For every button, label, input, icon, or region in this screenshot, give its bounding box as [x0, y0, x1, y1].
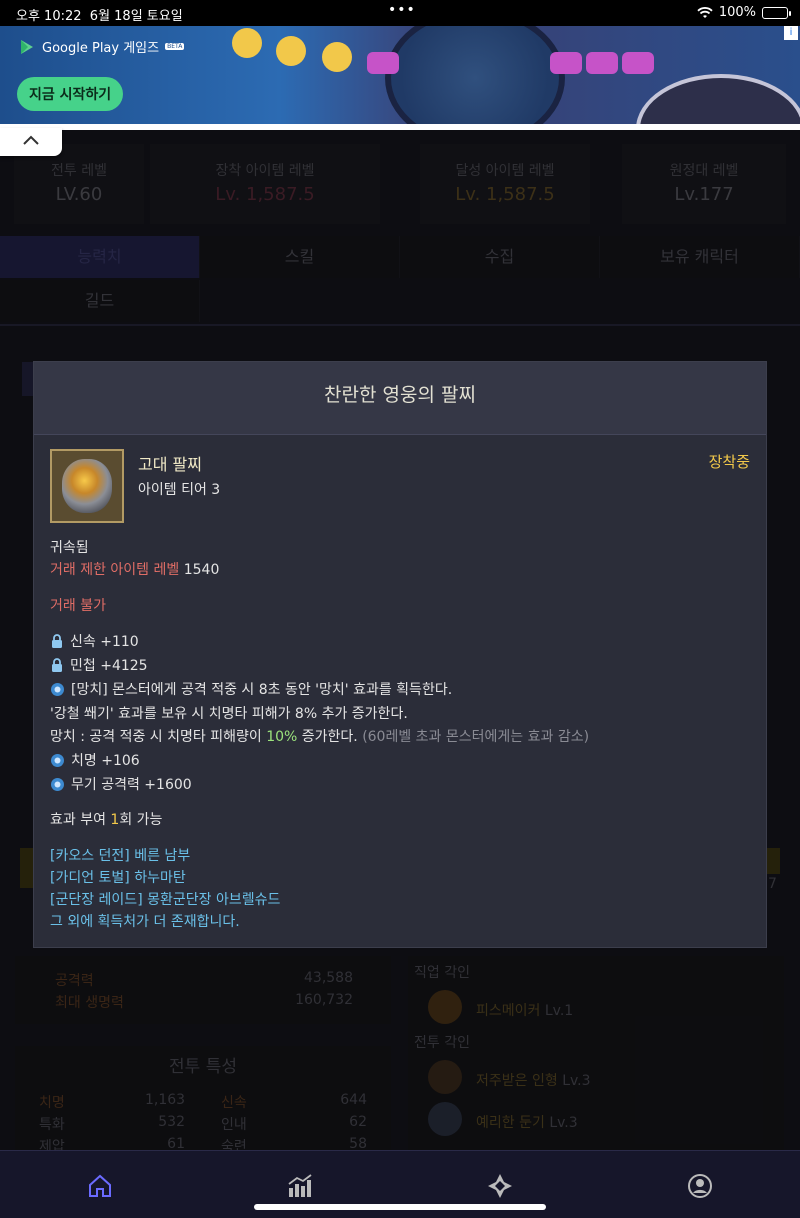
- ad-slide-graphic: [636, 74, 800, 124]
- effect-line: '강철 쐐기' 효과를 보유 시 치명타 피해가 8% 추가 증가한다.: [50, 706, 408, 722]
- nav-stats[interactable]: [280, 1166, 320, 1206]
- ad-clock-graphic: [385, 26, 565, 124]
- stat-line: 신속 +110: [50, 631, 139, 651]
- ad-start-button[interactable]: 지금 시작하기: [17, 77, 124, 111]
- status-time: 오후 10:22 6월 18일 토요일: [16, 9, 183, 24]
- item-image: [50, 449, 124, 523]
- home-icon: [89, 1174, 111, 1197]
- multitask-dots[interactable]: •••: [388, 2, 416, 18]
- ad-candy-graphic: [367, 52, 399, 74]
- bracelet-icon: [62, 459, 112, 513]
- item-name: 고대 팔찌: [138, 455, 202, 474]
- wifi-icon: [697, 6, 713, 18]
- source-item: [군단장 레이드] 몽환군단장 아브렐슈드: [50, 892, 281, 908]
- ad-bear-graphic: [322, 42, 352, 72]
- ad-candy-graphic: [586, 52, 618, 74]
- gear-icon: [51, 683, 64, 696]
- stat-line: 치명 +106: [50, 750, 140, 770]
- modal-title: 찬란한 영웅의 팔찌: [34, 362, 766, 435]
- google-play-logo: Google Play 게임즈 BETA: [18, 37, 185, 56]
- source-item: [가디언 토벌] 하누마탄: [50, 870, 186, 886]
- ad-banner[interactable]: Google Play 게임즈 BETA 지금 시작하기 i: [0, 26, 800, 124]
- item-tooltip-modal: 찬란한 영웅의 팔찌 고대 팔찌 아이템 티어 3 장착중 귀속됨 거래 제한 …: [33, 361, 767, 948]
- nav-compass[interactable]: [480, 1166, 520, 1206]
- ad-bear-graphic: [232, 28, 262, 58]
- effect-line: [망치] 몬스터에게 공격 적중 시 8초 동안 '망치' 효과를 획득한다.: [50, 679, 452, 699]
- battery-percent: 100%: [718, 5, 756, 20]
- gear-icon: [51, 754, 64, 767]
- battery-icon: [762, 6, 791, 19]
- item-tier: 아이템 티어 3: [138, 482, 221, 498]
- effect-line: 망치 : 공격 적중 시 치명타 피해량이 10% 증가한다. (60레벨 초과…: [50, 729, 590, 745]
- stat-line: 무기 공격력 +1600: [50, 774, 192, 794]
- trade-limit: 거래 제한 아이템 레벨 1540: [50, 562, 220, 578]
- lock-icon: [52, 658, 62, 672]
- source-item: 그 외에 획득처가 더 존재합니다.: [50, 914, 240, 930]
- ad-info-icon[interactable]: i: [784, 26, 798, 40]
- collapse-banner-button[interactable]: [0, 128, 62, 156]
- untradeable-text: 거래 불가: [50, 598, 106, 614]
- bound-text: 귀속됨: [50, 540, 89, 556]
- stat-line: 민첩 +4125: [50, 655, 148, 675]
- gear-icon: [51, 778, 64, 791]
- effect-grant: 효과 부여 1회 가능: [50, 812, 163, 828]
- ad-candy-graphic: [550, 52, 582, 74]
- ad-bear-graphic: [276, 36, 306, 66]
- nav-home[interactable]: [80, 1166, 120, 1206]
- compass-icon: [488, 1174, 512, 1198]
- ad-candy-graphic: [622, 52, 654, 74]
- equipped-badge: 장착중: [708, 453, 750, 471]
- status-right: 100%: [697, 5, 791, 20]
- lock-icon: [52, 634, 62, 648]
- google-play-icon: [21, 39, 33, 54]
- status-bar: 오후 10:22 6월 18일 토요일 ••• 100%: [0, 0, 800, 26]
- profile-icon: [688, 1174, 712, 1198]
- chevron-up-icon: [23, 135, 39, 145]
- source-item: [카오스 던전] 베른 남부: [50, 848, 191, 864]
- stats-icon: [288, 1174, 312, 1197]
- home-indicator[interactable]: [254, 1204, 546, 1210]
- nav-profile[interactable]: [680, 1166, 720, 1206]
